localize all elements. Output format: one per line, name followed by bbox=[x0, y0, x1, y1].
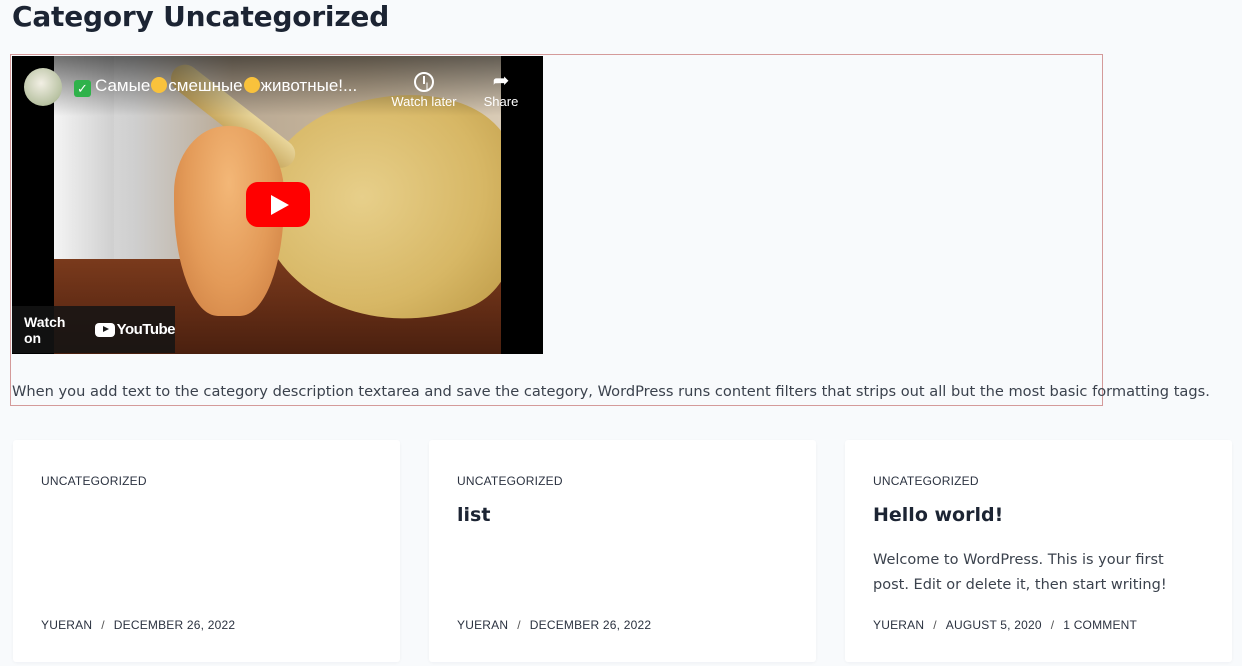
post-date: AUGUST 5, 2020 bbox=[945, 618, 1042, 632]
meta-separator: / bbox=[101, 618, 105, 632]
share-label: Share bbox=[483, 94, 519, 109]
post-date: DECEMBER 26, 2022 bbox=[113, 618, 236, 632]
post-card[interactable]: UNCATEGORIZED Hello world! Welcome to Wo… bbox=[845, 440, 1232, 662]
watch-on-label: Watch on bbox=[24, 313, 66, 346]
youtube-wordmark: YouTube bbox=[116, 321, 176, 338]
watch-on-youtube-button[interactable]: Watch on YouTube bbox=[12, 306, 176, 353]
heart-eyes-emoji-icon bbox=[151, 77, 168, 93]
post-title-link[interactable]: Hello world! bbox=[873, 504, 1003, 526]
share-arrow-icon: ➦ bbox=[492, 70, 510, 92]
post-author-link[interactable]: YUERAN bbox=[457, 618, 508, 632]
laughing-emoji-icon bbox=[243, 77, 260, 93]
post-card[interactable]: UNCATEGORIZED YUERAN / DECEMBER 26, 2022 bbox=[13, 440, 400, 662]
share-button[interactable]: ➦ Share bbox=[476, 68, 526, 109]
post-category-link[interactable]: UNCATEGORIZED bbox=[41, 474, 147, 488]
post-category-link[interactable]: UNCATEGORIZED bbox=[873, 474, 979, 488]
post-author-link[interactable]: YUERAN bbox=[41, 618, 92, 632]
page-title: Category Uncategorized bbox=[12, 0, 390, 33]
watch-later-label: Watch later bbox=[391, 94, 457, 109]
post-excerpt: Welcome to WordPress. This is your first… bbox=[873, 552, 1167, 593]
channel-avatar[interactable] bbox=[24, 68, 62, 106]
post-comments-link[interactable]: 1 COMMENT bbox=[1063, 618, 1137, 632]
category-description: ✓ Самые смешные животные!... Watch later ➦ … bbox=[10, 54, 1210, 406]
post-meta: YUERAN / DECEMBER 26, 2022 bbox=[457, 618, 651, 632]
youtube-embed[interactable]: ✓ Самые смешные животные!... Watch later ➦ … bbox=[12, 56, 543, 354]
post-category-link[interactable]: UNCATEGORIZED bbox=[457, 474, 563, 488]
description-text: When you add text to the category descri… bbox=[12, 383, 1210, 400]
post-date: DECEMBER 26, 2022 bbox=[529, 618, 652, 632]
video-title-part-3: животные!... bbox=[260, 76, 358, 95]
post-meta: YUERAN / DECEMBER 26, 2022 bbox=[41, 618, 235, 632]
post-meta: YUERAN / AUGUST 5, 2020 / 1 COMMENT bbox=[873, 618, 1137, 632]
video-title[interactable]: ✓ Самые смешные животные!... bbox=[74, 76, 374, 97]
check-mark-icon: ✓ bbox=[74, 80, 91, 97]
meta-separator: / bbox=[517, 618, 521, 632]
youtube-play-icon bbox=[94, 322, 115, 337]
post-author-link[interactable]: YUERAN bbox=[873, 618, 924, 632]
clock-icon bbox=[414, 71, 434, 92]
watch-later-button[interactable]: Watch later bbox=[384, 68, 464, 109]
post-title-link[interactable]: list bbox=[457, 504, 490, 526]
youtube-logo: YouTube bbox=[94, 321, 176, 338]
video-title-part-1: Самые bbox=[95, 76, 151, 95]
post-card[interactable]: UNCATEGORIZED list YUERAN / DECEMBER 26, 2… bbox=[429, 440, 816, 662]
meta-separator: / bbox=[933, 618, 937, 632]
play-button[interactable] bbox=[246, 182, 310, 227]
meta-separator: / bbox=[1050, 618, 1055, 632]
video-title-part-2: смешные bbox=[168, 76, 243, 95]
